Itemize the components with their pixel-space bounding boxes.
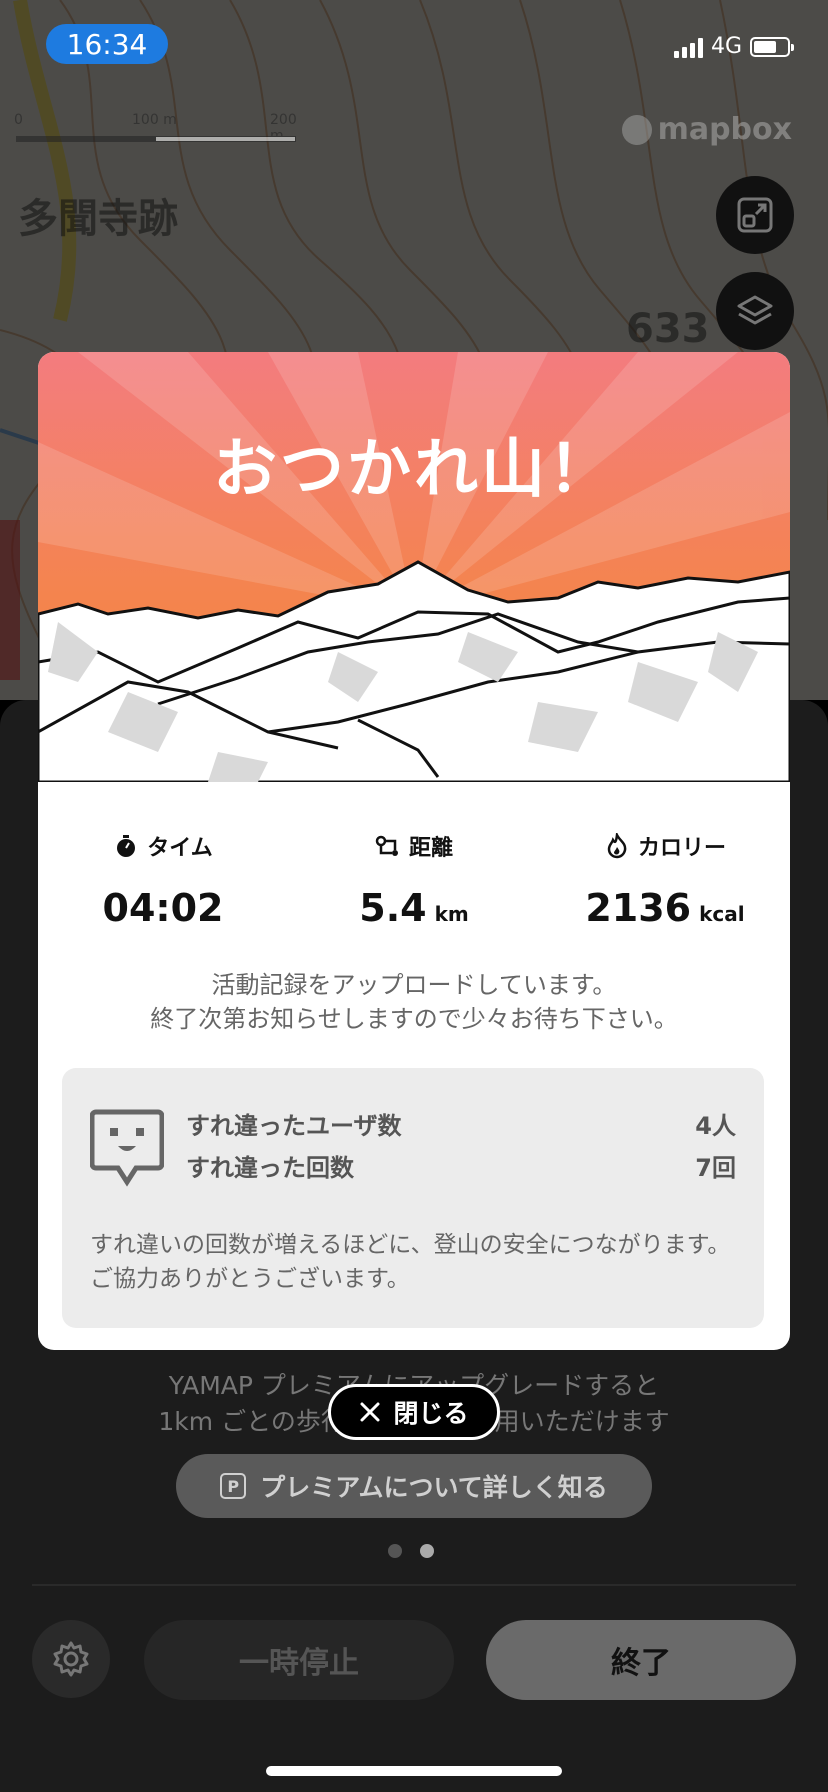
home-indicator[interactable] [266, 1766, 562, 1776]
scale-label-100: 100 m [132, 112, 177, 128]
map-elevation-label: 633 [626, 306, 710, 352]
expand-icon [737, 197, 773, 233]
encounter-note: すれ違いの回数が増えるほどに、登山の安全につながります。ご協力ありがとうございま… [90, 1232, 731, 1292]
encounter-count-label: すれ違った回数 [186, 1154, 354, 1182]
stopwatch-icon [117, 835, 136, 857]
encounter-face-icon [90, 1109, 164, 1187]
close-icon [360, 1402, 380, 1422]
premium-button-label: プレミアムについて詳しく知る [260, 1473, 608, 1502]
pause-button[interactable]: 一時停止 [144, 1620, 454, 1700]
modal-title: おつかれ山！ [213, 433, 615, 507]
close-button-label: 閉じる [393, 1399, 469, 1428]
stat-calorie: カロリー 2136 kcal [540, 830, 790, 930]
stat-time: タイム 04:02 [38, 830, 288, 930]
mapbox-logo: mapbox [621, 112, 792, 147]
map-expand-button[interactable] [716, 176, 794, 254]
page-indicator [388, 1544, 434, 1558]
map-layers-button[interactable] [716, 272, 794, 350]
end-button[interactable]: 終了 [486, 1620, 796, 1700]
mountain-hero-illustration [38, 352, 790, 782]
map-place-name: 多聞寺跡 [18, 196, 178, 242]
map-scale: 0 100 m 200 m [14, 112, 304, 152]
stat-distance: 距離 5.4 km [289, 830, 539, 930]
premium-badge-icon: P [220, 1473, 247, 1499]
scale-label-0: 0 [14, 112, 23, 128]
route-icon [375, 835, 398, 856]
encounter-count-row: すれ違った回数 7回 [186, 1148, 736, 1183]
encounter-users-row: すれ違ったユーザ数 4人 [186, 1106, 736, 1141]
stat-calorie-label: カロリー [637, 836, 726, 861]
stat-time-label: タイム [147, 836, 213, 861]
gear-icon [53, 1641, 89, 1677]
upload-message-line-1: 活動記録をアップロードしています。 [211, 971, 617, 999]
upload-message-line-2: 終了次第お知らせしますので少々お待ち下さい。 [150, 1005, 678, 1033]
stat-distance-value: 5.4 [359, 886, 427, 930]
encounter-users-label: すれ違ったユーザ数 [186, 1112, 402, 1140]
encounter-card: すれ違ったユーザ数 4人 すれ違った回数 7回 すれ違いの回数が増えるほどに、登… [62, 1068, 764, 1328]
encounter-users-value: 4人 [695, 1112, 736, 1140]
flame-icon [607, 833, 627, 859]
stat-time-value: 04:02 [102, 886, 224, 930]
stat-distance-unit: km [434, 902, 469, 926]
panel-divider [32, 1584, 796, 1586]
activity-stats: タイム 04:02 距離 5.4 km カロリー 2136 kcal [38, 830, 790, 940]
stat-distance-label: 距離 [408, 836, 453, 861]
layers-icon [737, 295, 773, 325]
premium-details-button[interactable]: P プレミアムについて詳しく知る [176, 1454, 652, 1518]
encounter-count-value: 7回 [695, 1154, 736, 1182]
upload-message: 活動記録をアップロードしています。 終了次第お知らせしますので少々お待ち下さい。 [38, 968, 790, 1036]
stat-calorie-value: 2136 [585, 886, 692, 930]
activity-result-modal: おつかれ山！ タイム 04:02 距離 5.4 km カロリー 2136 kca… [38, 352, 790, 1350]
settings-button[interactable] [32, 1620, 110, 1698]
stat-calorie-unit: kcal [699, 902, 745, 926]
close-modal-button[interactable]: 閉じる [328, 1384, 500, 1440]
